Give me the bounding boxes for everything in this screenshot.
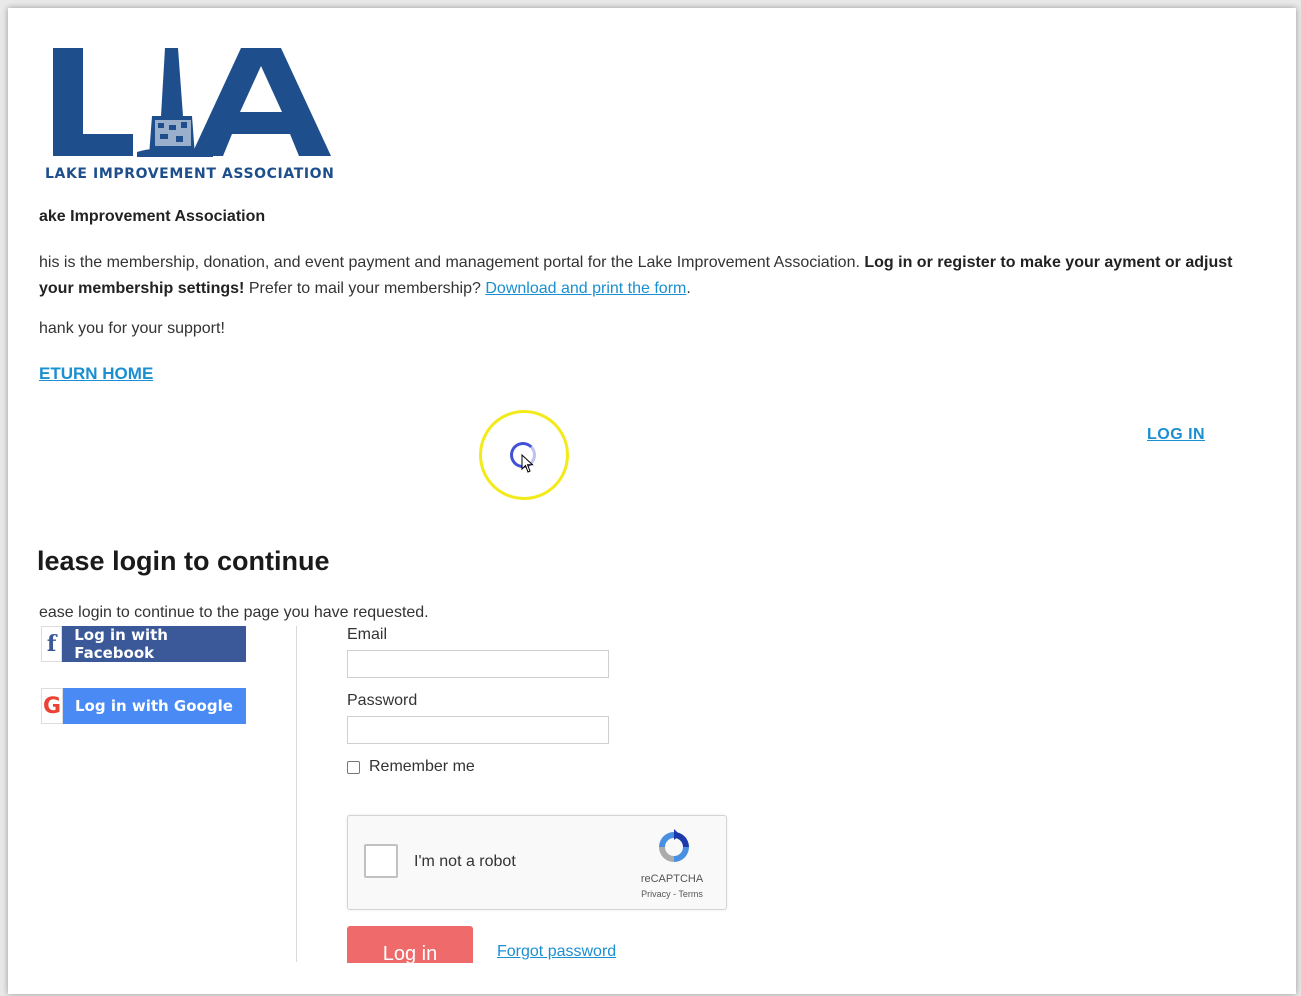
remember-me-checkbox[interactable] bbox=[347, 760, 360, 774]
intro-paragraph: his is the membership, donation, and eve… bbox=[39, 250, 1239, 302]
download-form-link[interactable]: Download and print the form bbox=[485, 280, 686, 297]
header-login-link[interactable]: LOG IN bbox=[1147, 426, 1205, 444]
organization-title: ake Improvement Association bbox=[39, 208, 266, 225]
logo-caption: LAKE IMPROVEMENT ASSOCIATION bbox=[45, 166, 335, 182]
google-login-button[interactable]: G Log in with Google bbox=[41, 688, 246, 724]
mouse-cursor-icon bbox=[521, 453, 535, 479]
email-label: Email bbox=[347, 626, 388, 643]
recaptcha-icon bbox=[654, 828, 694, 871]
remember-me-row[interactable]: Remember me bbox=[347, 758, 475, 776]
lia-logo-graphic bbox=[53, 48, 331, 157]
forgot-password-link[interactable]: Forgot password bbox=[497, 943, 616, 961]
intro-period: . bbox=[686, 280, 691, 297]
intro-text-end: Prefer to mail your membership? bbox=[244, 280, 486, 297]
facebook-login-button[interactable]: f Log in with Facebook bbox=[41, 626, 246, 662]
recaptcha-text: I'm not a robot bbox=[414, 853, 516, 870]
recaptcha-brand: reCAPTCHA bbox=[640, 873, 704, 885]
password-label: Password bbox=[347, 692, 418, 709]
login-subtitle: ease login to continue to the page you h… bbox=[39, 604, 429, 621]
google-login-label: Log in with Google bbox=[75, 697, 233, 715]
recaptcha-widget: I'm not a robot reCAPTCHA Privacy - Term… bbox=[347, 815, 727, 910]
return-home-link[interactable]: ETURN HOME bbox=[39, 364, 153, 384]
email-input[interactable] bbox=[347, 650, 609, 678]
facebook-icon: f bbox=[41, 626, 63, 662]
google-icon: G bbox=[41, 688, 63, 724]
login-heading: lease login to continue bbox=[37, 546, 330, 576]
thanks-text: hank you for your support! bbox=[39, 320, 225, 337]
remember-me-label: Remember me bbox=[369, 758, 475, 775]
page-content: LAKE IMPROVEMENT ASSOCIATION ake Improve… bbox=[8, 8, 1243, 994]
recaptcha-checkbox[interactable] bbox=[364, 844, 398, 878]
facebook-login-label: Log in with Facebook bbox=[74, 626, 168, 662]
page-bottom-edge bbox=[8, 963, 1243, 994]
password-input[interactable] bbox=[347, 716, 609, 744]
vertical-divider bbox=[296, 626, 297, 962]
intro-text-start: his is the membership, donation, and eve… bbox=[39, 254, 865, 271]
browser-frame: LAKE IMPROVEMENT ASSOCIATION ake Improve… bbox=[8, 8, 1296, 994]
recaptcha-privacy-terms[interactable]: Privacy - Terms bbox=[622, 889, 722, 899]
lia-logo[interactable] bbox=[45, 46, 335, 186]
